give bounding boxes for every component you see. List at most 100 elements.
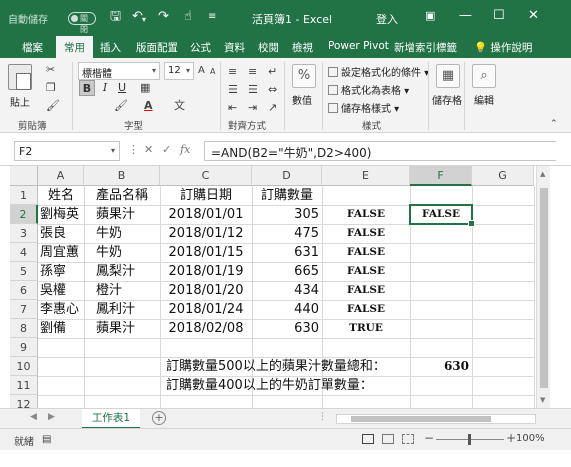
row-header[interactable]: 10 [10, 357, 38, 376]
tab-power-pivot[interactable]: Power Pivot [328, 40, 389, 52]
cell-result[interactable]: TRUE [322, 319, 410, 338]
cell-name[interactable]: 孫寧 [40, 262, 84, 281]
vertical-scroll-thumb[interactable] [540, 188, 548, 388]
cell-date[interactable]: 2018/01/12 [160, 224, 252, 243]
cell-date[interactable]: 2018/01/19 [160, 262, 252, 281]
cell-result[interactable]: FALSE [322, 300, 410, 319]
tab-review[interactable]: 校閱 [258, 40, 279, 55]
redo-icon[interactable]: ↷ [158, 10, 169, 24]
zoom-slider-thumb[interactable] [468, 434, 471, 445]
cell-date[interactable]: 2018/01/24 [160, 300, 252, 319]
scroll-down-icon[interactable]: ▼ [540, 396, 545, 404]
tab-new-tab[interactable]: 新增索引標籤 [394, 40, 457, 55]
bold-button[interactable]: B [79, 80, 95, 96]
copy-icon[interactable]: ❐ [46, 82, 56, 94]
editing-button[interactable]: 編輯 [474, 92, 494, 107]
row-header[interactable]: 8 [10, 319, 38, 338]
close-icon[interactable]: ✕ [528, 8, 539, 23]
cancel-icon[interactable]: ✕ [144, 143, 153, 156]
fill-color-icon[interactable]: 🖌 [114, 100, 128, 112]
cell-qty[interactable]: 305 [252, 205, 322, 224]
scroll-up-icon[interactable]: ▲ [540, 170, 545, 178]
header-cell-name[interactable]: 姓名 [38, 186, 84, 205]
row-header[interactable]: 5 [10, 262, 38, 281]
zoom-in-icon[interactable]: + [506, 431, 516, 445]
normal-view-icon[interactable] [362, 434, 374, 444]
cell-product[interactable]: 牛奶 [96, 243, 160, 262]
tab-insert[interactable]: 插入 [100, 40, 121, 55]
cell-name[interactable]: 劉梅英 [40, 205, 84, 224]
cell-result[interactable]: FALSE [322, 262, 410, 281]
cell-product[interactable]: 鳳利汁 [96, 300, 160, 319]
cut-icon[interactable]: ✂ [46, 64, 55, 76]
cell-qty[interactable]: 665 [252, 262, 322, 281]
restore-icon[interactable]: ☐ [493, 8, 505, 23]
wrap-text-icon[interactable]: ↵ [268, 66, 277, 78]
column-header-c[interactable]: C [160, 166, 252, 186]
formula-input[interactable]: =AND(B2="牛奶",D2>400) [204, 141, 556, 161]
prev-sheet-icon[interactable]: ◀ [30, 412, 37, 422]
cell-name[interactable]: 周宜蕙 [40, 243, 84, 262]
row-header[interactable]: 4 [10, 243, 38, 262]
column-header-a[interactable]: A [38, 166, 84, 186]
paste-icon[interactable] [8, 64, 32, 90]
column-header-e[interactable]: E [322, 166, 410, 186]
cells-button[interactable]: 儲存格 [432, 92, 462, 107]
align-middle-icon[interactable]: ≡ [248, 66, 257, 78]
add-sheet-icon[interactable]: + [152, 411, 166, 425]
ribbon-display-icon[interactable]: ▣ [425, 9, 435, 22]
cell-product[interactable]: 蘋果汁 [96, 319, 160, 338]
cell-date[interactable]: 2018/02/08 [160, 319, 252, 338]
conditional-formatting-button[interactable]: 設定格式化的條件 ▾ [328, 64, 429, 79]
tab-formulas[interactable]: 公式 [190, 40, 211, 55]
align-left-icon[interactable]: ☰ [228, 84, 238, 96]
cell-date[interactable]: 2018/01/15 [160, 243, 252, 262]
cells-icon[interactable]: ▦ [436, 64, 460, 88]
cell-product[interactable]: 鳳梨汁 [96, 262, 160, 281]
autosave-toggle[interactable]: 關閉 [68, 12, 96, 34]
horizontal-scroll-thumb[interactable] [351, 416, 491, 422]
phonetic-icon[interactable]: 文 [174, 100, 185, 112]
insert-function-icon[interactable]: fx [180, 143, 190, 156]
tab-data[interactable]: 資料 [224, 40, 245, 55]
row-header[interactable]: 2 [10, 205, 38, 224]
tell-me-button[interactable]: 💡 操作說明 [474, 40, 532, 55]
orientation-icon[interactable]: ↗ [268, 102, 277, 114]
column-header-g[interactable]: G [472, 166, 534, 186]
header-cell-date[interactable]: 訂購日期 [160, 186, 252, 205]
page-break-view-icon[interactable] [402, 434, 414, 444]
cell-styles-button[interactable]: 儲存格樣式 ▾ [328, 100, 399, 115]
cell-name[interactable]: 張良 [40, 224, 84, 243]
font-color-icon[interactable]: A [144, 100, 153, 112]
customize-qat-icon[interactable]: ≡ [208, 10, 216, 24]
next-sheet-icon[interactable]: ▶ [48, 412, 55, 422]
page-layout-view-icon[interactable] [382, 434, 394, 444]
tab-view[interactable]: 檢視 [292, 40, 313, 55]
borders-icon[interactable]: ▦ [140, 82, 150, 94]
tab-page-layout[interactable]: 版面配置 [136, 40, 178, 55]
cell-date[interactable]: 2018/01/20 [160, 281, 252, 300]
shrink-font-icon[interactable]: A [210, 66, 215, 78]
row-header[interactable]: 11 [10, 376, 38, 395]
row-header[interactable]: 3 [10, 224, 38, 243]
align-top-icon[interactable]: ≡ [228, 66, 237, 78]
tab-home[interactable]: 常用 [56, 36, 93, 58]
cell-name[interactable]: 吳權 [40, 281, 84, 300]
cell-name[interactable]: 李惠心 [40, 300, 84, 319]
cell-product[interactable]: 蘋果汁 [96, 205, 160, 224]
minimize-icon[interactable]: — [459, 8, 472, 23]
decrease-indent-icon[interactable]: ⇤ [228, 102, 237, 114]
header-cell-product[interactable]: 產品名稱 [84, 186, 160, 205]
row-header[interactable]: 1 [10, 186, 38, 205]
format-as-table-button[interactable]: 格式化為表格 ▾ [328, 82, 409, 97]
column-header-b[interactable]: B [84, 166, 160, 186]
cell-date[interactable]: 2018/01/01 [160, 205, 252, 224]
italic-button[interactable]: I [97, 80, 113, 96]
font-name-combo[interactable]: 標楷體 ▾ [78, 62, 160, 80]
cell-result[interactable]: FALSE [322, 281, 410, 300]
cell-qty[interactable]: 630 [252, 319, 322, 338]
cell-qty[interactable]: 475 [252, 224, 322, 243]
sheet-tab-1[interactable]: 工作表1 [82, 409, 140, 429]
undo-dropdown-icon[interactable]: ▾ [142, 13, 146, 27]
tab-file[interactable]: 檔案 [22, 40, 43, 55]
